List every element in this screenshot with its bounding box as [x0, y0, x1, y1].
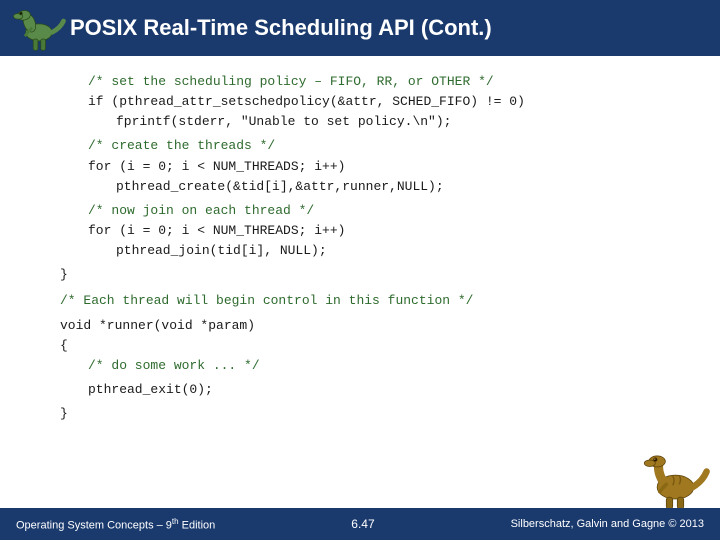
code-text-13: { — [60, 338, 68, 353]
slide-content: /* set the scheduling policy – FIFO, RR,… — [0, 56, 720, 434]
code-line-4: /* create the threads */ — [60, 136, 680, 156]
slide-footer: Operating System Concepts – 9th Edition … — [0, 508, 720, 540]
code-text-9: pthread_join(tid[i], NULL); — [116, 243, 327, 258]
code-text-5: for (i = 0; i < NUM_THREADS; i++) — [88, 159, 345, 174]
code-text-2: if (pthread_attr_setschedpolicy(&attr, S… — [88, 94, 525, 109]
code-text-8: for (i = 0; i < NUM_THREADS; i++) — [88, 223, 345, 238]
code-line-5: for (i = 0; i < NUM_THREADS; i++) — [60, 157, 680, 177]
slide-header: POSIX Real-Time Scheduling API (Cont.) — [0, 0, 720, 56]
code-text-16: } — [60, 406, 68, 421]
code-text-12: void *runner(void *param) — [60, 318, 255, 333]
comment-4: /* Each thread will begin control in thi… — [60, 293, 473, 308]
footer-left: Operating System Concepts – 9th Edition — [16, 517, 215, 532]
comment-1: /* set the scheduling policy – FIFO, RR,… — [88, 74, 494, 89]
code-line-7: /* now join on each thread */ — [60, 201, 680, 221]
code-block: /* set the scheduling policy – FIFO, RR,… — [60, 72, 680, 424]
code-text-10: } — [60, 267, 68, 282]
code-line-11: /* Each thread will begin control in thi… — [60, 291, 680, 311]
footer-page-number: 6.47 — [351, 517, 374, 531]
code-text-6: pthread_create(&tid[i],&attr,runner,NULL… — [116, 179, 444, 194]
code-line-10: } — [60, 265, 680, 285]
code-text-3: fprintf(stderr, "Unable to set policy.\n… — [116, 114, 451, 129]
comment-2: /* create the threads */ — [88, 138, 275, 153]
code-line-6: pthread_create(&tid[i],&attr,runner,NULL… — [60, 177, 680, 197]
code-line-3: fprintf(stderr, "Unable to set policy.\n… — [60, 112, 680, 132]
code-line-14: /* do some work ... */ — [60, 356, 680, 376]
code-line-16: } — [60, 404, 680, 424]
code-line-2: if (pthread_attr_setschedpolicy(&attr, S… — [60, 92, 680, 112]
code-line-12: void *runner(void *param) — [60, 316, 680, 336]
code-line-13: { — [60, 336, 680, 356]
code-line-15: pthread_exit(0); — [60, 380, 680, 400]
code-line-8: for (i = 0; i < NUM_THREADS; i++) — [60, 221, 680, 241]
code-line-1: /* set the scheduling policy – FIFO, RR,… — [60, 72, 680, 92]
code-line-9: pthread_join(tid[i], NULL); — [60, 241, 680, 261]
comment-3: /* now join on each thread */ — [88, 203, 314, 218]
dinosaur-left-icon — [8, 4, 66, 56]
footer-right: Silberschatz, Galvin and Gagne © 2013 — [511, 518, 704, 530]
slide-title: POSIX Real-Time Scheduling API (Cont.) — [70, 15, 492, 41]
slide: POSIX Real-Time Scheduling API (Cont.) /… — [0, 0, 720, 540]
comment-5: /* do some work ... */ — [88, 358, 260, 373]
code-text-15: pthread_exit(0); — [88, 382, 213, 397]
dinosaur-right-icon — [640, 455, 710, 510]
